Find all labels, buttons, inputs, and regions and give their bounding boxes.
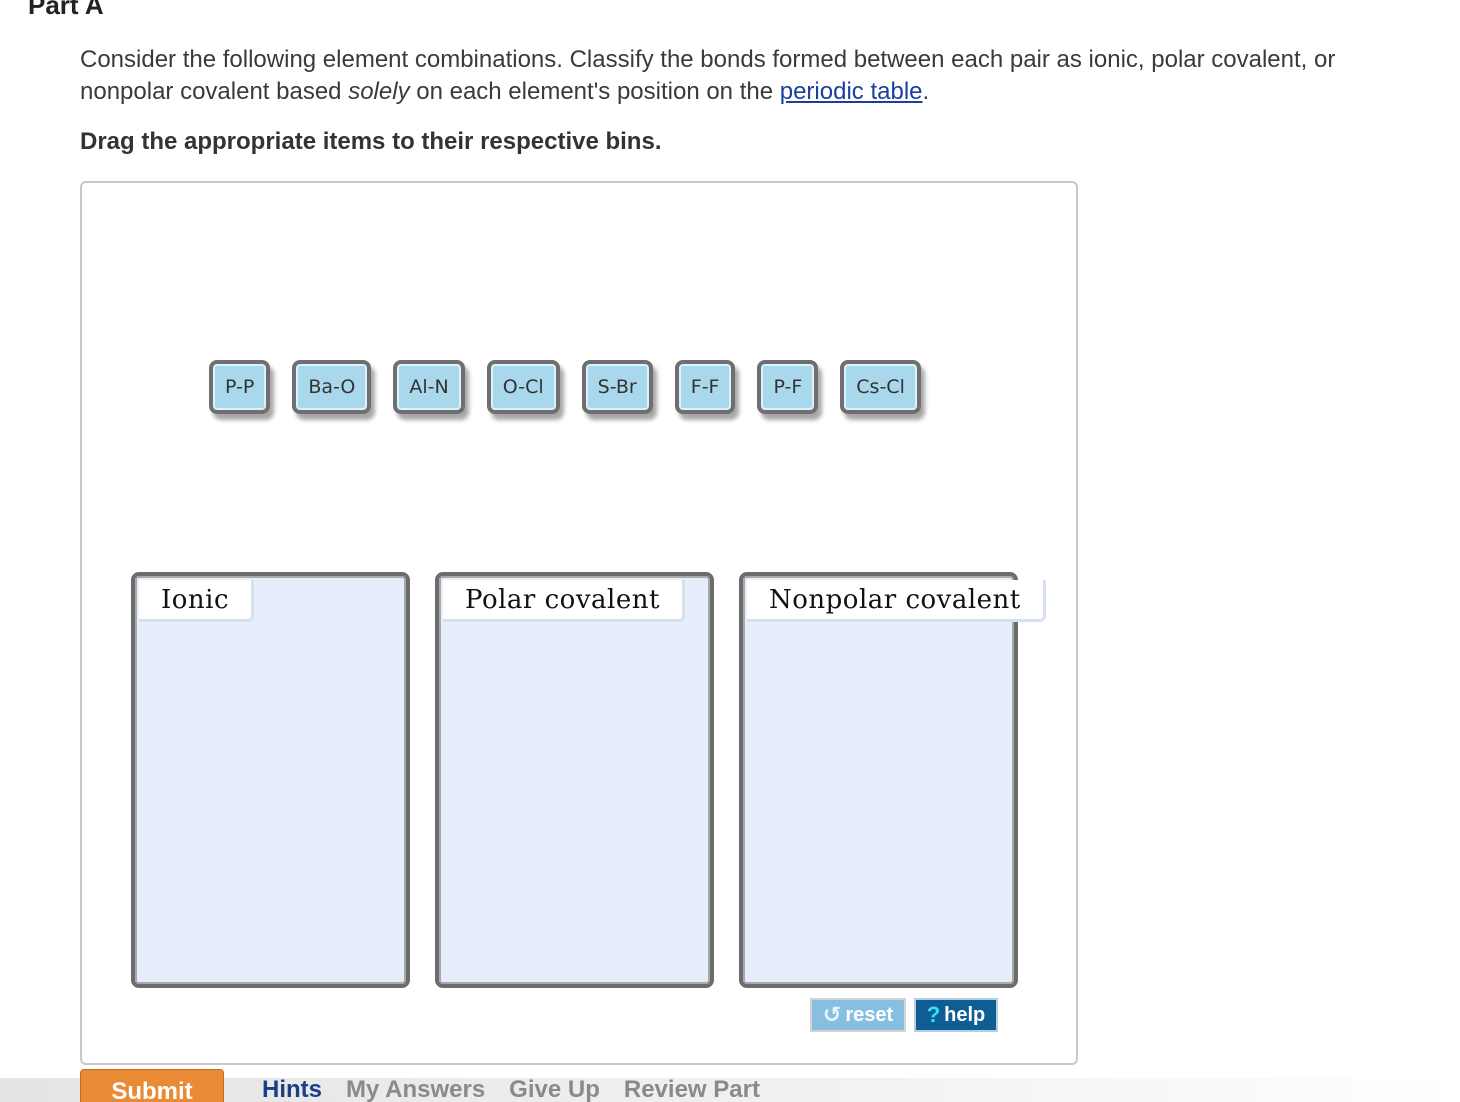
my-answers-link[interactable]: My Answers — [346, 1076, 485, 1102]
hints-link[interactable]: Hints — [262, 1076, 322, 1102]
instruction-text: Drag the appropriate items to their resp… — [80, 128, 662, 155]
draggable-items: P-P Ba-O Al-N O-Cl S-Br F-F P-F Cs-Cl — [209, 360, 921, 414]
tile-p-f[interactable]: P-F — [757, 360, 819, 414]
bin-label-polar-covalent: Polar covalent — [443, 580, 685, 622]
tile-al-n[interactable]: Al-N — [393, 360, 465, 414]
footer-links: Hints My Answers Give Up Review Part — [262, 1076, 760, 1102]
bin-nonpolar-covalent[interactable]: Nonpolar covalent — [739, 572, 1046, 988]
bin-polar-covalent[interactable]: Polar covalent — [435, 572, 714, 988]
reset-label: reset — [845, 1003, 894, 1026]
tile-f-f[interactable]: F-F — [674, 360, 736, 414]
tile-p-p[interactable]: P-P — [209, 360, 271, 414]
tile-ba-o[interactable]: Ba-O — [292, 360, 372, 414]
question-emphasis: solely — [348, 78, 410, 105]
help-label: help — [944, 1003, 986, 1026]
question-text-middle: on each element's position on the — [409, 78, 780, 105]
give-up-link[interactable]: Give Up — [509, 1076, 600, 1102]
bin-label-ionic: Ionic — [139, 580, 255, 622]
submit-button[interactable]: Submit — [80, 1069, 224, 1102]
part-title: Part A — [28, 0, 104, 20]
tile-o-cl[interactable]: O-Cl — [486, 360, 560, 414]
bin-label-nonpolar-covalent: Nonpolar covalent — [747, 580, 1046, 622]
page: Part A Consider the following element co… — [0, 0, 1460, 1102]
question-text: Consider the following element combinati… — [80, 44, 1420, 108]
reset-button[interactable]: ↺ reset — [810, 998, 906, 1032]
tile-s-br[interactable]: S-Br — [581, 360, 653, 414]
question-text-end: . — [922, 78, 930, 105]
help-button[interactable]: ? help — [914, 998, 998, 1032]
drag-drop-workspace: P-P Ba-O Al-N O-Cl S-Br F-F P-F Cs-Cl Io… — [80, 181, 1078, 1065]
periodic-table-link[interactable]: periodic table — [780, 78, 923, 105]
tile-cs-cl[interactable]: Cs-Cl — [840, 360, 921, 414]
question-mark-icon: ? — [926, 1002, 941, 1027]
reset-icon: ↺ — [822, 1002, 842, 1027]
bin-ionic[interactable]: Ionic — [131, 572, 410, 988]
review-part-link[interactable]: Review Part — [624, 1076, 760, 1102]
